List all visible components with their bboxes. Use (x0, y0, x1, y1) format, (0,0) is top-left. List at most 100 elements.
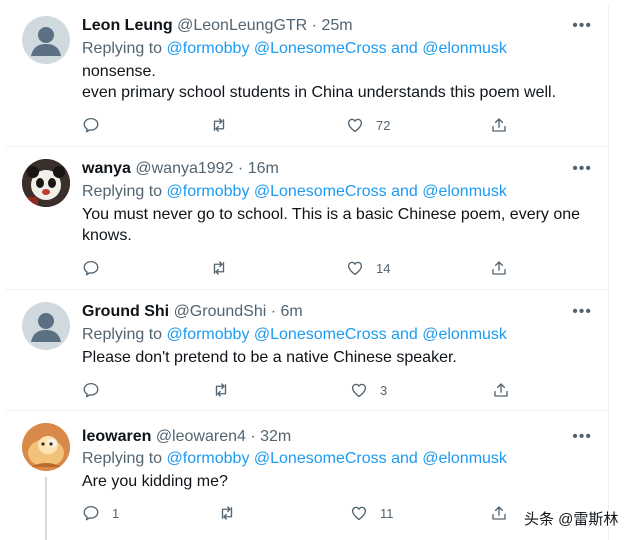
tweet-card[interactable]: wanya @wanya1992 · 16m ••• Replying to @… (5, 147, 609, 290)
like-icon (347, 118, 363, 133)
action-bar: 1 11 (82, 503, 506, 523)
retweet-button[interactable] (210, 258, 240, 278)
tweet-text: nonsense. even primary school students i… (82, 61, 582, 103)
tweet-header: Ground Shi @GroundShi · 6m (82, 302, 303, 322)
thread-connector-line (45, 477, 47, 540)
avatar[interactable] (22, 423, 70, 471)
user-handle[interactable]: @wanya1992 (135, 160, 233, 177)
more-icon[interactable]: ••• (572, 161, 592, 177)
reply-button[interactable] (82, 258, 112, 278)
display-name[interactable]: leowaren (82, 428, 151, 445)
replying-to: Replying to @formobby @LonesomeCross and… (82, 182, 507, 202)
like-count: 3 (380, 382, 388, 398)
retweet-button[interactable] (210, 115, 240, 135)
reply-button[interactable] (82, 115, 112, 135)
tweet-header: Leon Leung @LeonLeungGTR · 25m (82, 16, 353, 36)
replying-label: Replying to (82, 183, 163, 200)
like-button[interactable]: 3 (350, 380, 387, 400)
share-button[interactable] (490, 115, 508, 135)
reply-icon (83, 505, 99, 521)
mention-links[interactable]: @formobby @LonesomeCross and @elonmusk (167, 450, 507, 467)
reply-count: 1 (112, 505, 120, 521)
retweet-icon (213, 261, 225, 275)
panda-avatar-icon (22, 159, 70, 207)
more-icon[interactable]: ••• (572, 18, 592, 34)
retweet-button[interactable] (212, 380, 242, 400)
action-bar: 3 (82, 380, 508, 400)
user-handle[interactable]: @GroundShi (174, 303, 267, 320)
cat-avatar-icon (22, 423, 70, 471)
tweet-text-line: Are you kidding me? (82, 473, 228, 490)
retweet-icon (221, 506, 233, 520)
like-count: 11 (380, 505, 394, 521)
display-name[interactable]: wanya (82, 160, 131, 177)
action-bar: 14 (82, 258, 506, 278)
tweet-text: Please don't pretend to be a native Chin… (82, 347, 582, 368)
reply-icon (83, 382, 99, 398)
tweet-text-line: knows. (82, 227, 132, 244)
display-name[interactable]: Ground Shi (82, 303, 169, 320)
default-avatar-icon (31, 27, 61, 56)
share-icon (492, 261, 506, 275)
separator-dot: · (270, 303, 277, 320)
like-count: 14 (376, 260, 391, 276)
reply-button[interactable] (82, 380, 112, 400)
timestamp[interactable]: 32m (260, 428, 291, 445)
share-icon (494, 383, 508, 397)
tweet-text: Are you kidding me? (82, 471, 582, 492)
share-button[interactable] (490, 503, 508, 523)
like-icon (351, 506, 367, 521)
share-icon (492, 506, 506, 520)
like-button[interactable]: 72 (346, 115, 390, 135)
tweet-card[interactable]: leowaren @leowaren4 · 32m ••• Replying t… (5, 411, 609, 540)
mention-links[interactable]: @formobby @LonesomeCross and @elonmusk (167, 40, 507, 57)
avatar[interactable] (22, 302, 70, 350)
reply-icon (83, 260, 99, 276)
share-button[interactable] (490, 258, 508, 278)
replying-to: Replying to @formobby @LonesomeCross and… (82, 39, 507, 59)
like-count: 72 (376, 117, 391, 133)
tweet-header: wanya @wanya1992 · 16m (82, 159, 279, 179)
user-handle[interactable]: @LeonLeungGTR (177, 17, 307, 34)
timestamp[interactable]: 25m (321, 17, 352, 34)
more-icon[interactable]: ••• (572, 304, 592, 320)
watermark: 头条 @雷斯林 (524, 511, 619, 528)
replying-to: Replying to @formobby @LonesomeCross and… (82, 325, 507, 345)
retweet-button[interactable] (218, 503, 248, 523)
like-icon (347, 261, 363, 276)
tweet-text-line: Please don't pretend to be a native Chin… (82, 349, 457, 366)
display-name[interactable]: Leon Leung (82, 17, 173, 34)
tweet-text-line: You must never go to school. This is a b… (82, 206, 581, 223)
avatar[interactable] (22, 16, 70, 64)
tweet-text-line: nonsense. (82, 63, 156, 80)
timestamp[interactable]: 6m (281, 303, 303, 320)
tweet-text: You must never go to school. This is a b… (82, 204, 582, 246)
tweet-card[interactable]: Leon Leung @LeonLeungGTR · 25m ••• Reply… (5, 4, 609, 147)
replying-label: Replying to (82, 326, 163, 343)
mention-links[interactable]: @formobby @LonesomeCross and @elonmusk (167, 326, 507, 343)
retweet-icon (213, 118, 225, 132)
replying-label: Replying to (82, 450, 163, 467)
separator-dot: · (311, 17, 317, 34)
share-button[interactable] (492, 380, 510, 400)
reply-button[interactable]: 1 (82, 503, 119, 523)
like-button[interactable]: 14 (346, 258, 390, 278)
mention-links[interactable]: @formobby @LonesomeCross and @elonmusk (167, 183, 507, 200)
replying-label: Replying to (82, 40, 163, 57)
reply-icon (83, 117, 99, 133)
replying-to: Replying to @formobby @LonesomeCross and… (82, 449, 507, 469)
more-icon[interactable]: ••• (572, 429, 592, 445)
tweet-card[interactable]: Ground Shi @GroundShi · 6m ••• Replying … (5, 290, 609, 411)
tweet-header: leowaren @leowaren4 · 32m (82, 427, 291, 447)
avatar[interactable] (22, 159, 70, 207)
action-bar: 72 (82, 115, 506, 135)
like-icon (351, 383, 367, 398)
default-avatar-icon (31, 313, 61, 342)
retweet-icon (215, 383, 227, 397)
separator-dot: · (237, 160, 244, 177)
like-button[interactable]: 11 (350, 503, 394, 523)
user-handle[interactable]: @leowaren4 (156, 428, 246, 445)
timestamp[interactable]: 16m (248, 160, 279, 177)
share-icon (492, 118, 506, 132)
separator-dot: · (250, 428, 256, 445)
